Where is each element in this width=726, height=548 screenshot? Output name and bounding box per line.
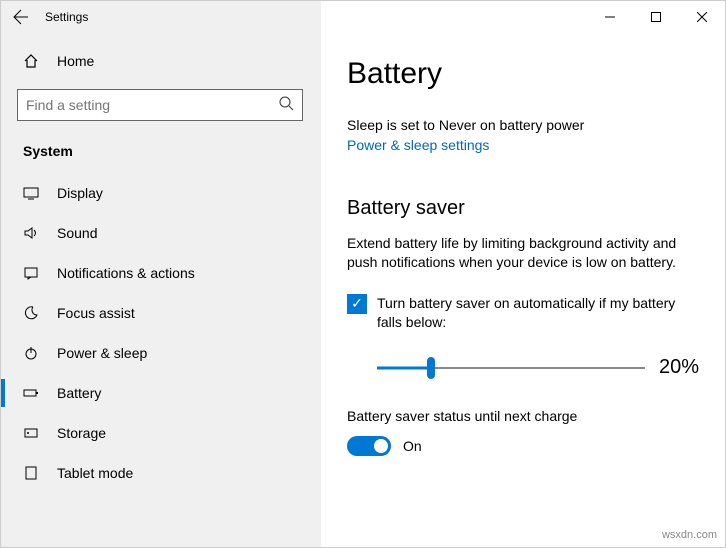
nav-label: Notifications & actions (57, 265, 195, 281)
nav-focus-assist[interactable]: Focus assist (17, 293, 321, 333)
storage-icon (23, 425, 39, 441)
sound-icon (23, 225, 39, 241)
threshold-percent: 20% (659, 356, 699, 379)
window-title: Settings (45, 10, 88, 24)
back-button[interactable] (1, 1, 41, 33)
saver-toggle-state: On (403, 438, 422, 454)
nav-label: Storage (57, 425, 106, 441)
moon-icon (23, 305, 39, 321)
maximize-button[interactable] (633, 1, 679, 33)
threshold-slider-row: 20% (347, 356, 699, 380)
battery-icon (23, 385, 39, 401)
power-icon (23, 345, 39, 361)
sidebar: Home System Display Sound Notifications … (1, 33, 321, 547)
search-icon (278, 95, 294, 116)
saver-description: Extend battery life by limiting backgrou… (347, 234, 699, 272)
home-nav[interactable]: Home (17, 43, 321, 79)
nav-battery[interactable]: Battery (17, 373, 321, 413)
close-button[interactable] (679, 1, 725, 33)
nav-notifications[interactable]: Notifications & actions (17, 253, 321, 293)
display-icon (23, 185, 39, 201)
nav-label: Display (57, 185, 103, 201)
watermark: wsxdn.com (662, 529, 717, 541)
auto-saver-checkbox-row[interactable]: ✓ Turn battery saver on automatically if… (347, 294, 699, 332)
search-input[interactable] (26, 97, 278, 113)
nav-label: Sound (57, 225, 97, 241)
home-label: Home (57, 53, 94, 69)
content-pane: Battery Sleep is set to Never on battery… (321, 33, 725, 547)
status-until-charge-label: Battery saver status until next charge (347, 408, 699, 424)
power-sleep-link[interactable]: Power & sleep settings (347, 137, 699, 153)
home-icon (23, 53, 39, 69)
checkbox-checked-icon[interactable]: ✓ (347, 294, 367, 314)
nav-label: Battery (57, 385, 101, 401)
sleep-info: Sleep is set to Never on battery power (347, 117, 699, 133)
notifications-icon (23, 265, 39, 281)
saver-toggle-row: On (347, 436, 699, 456)
titlebar: Settings (1, 1, 725, 33)
saver-heading: Battery saver (347, 197, 699, 220)
slider-thumb[interactable] (427, 357, 435, 379)
slider-fill (377, 366, 431, 369)
tablet-icon (23, 465, 39, 481)
nav-tablet-mode[interactable]: Tablet mode (17, 453, 321, 493)
nav-label: Focus assist (57, 305, 135, 321)
threshold-slider[interactable] (377, 356, 645, 380)
section-heading: System (17, 139, 321, 173)
nav-label: Tablet mode (57, 465, 133, 481)
search-box[interactable] (17, 89, 303, 121)
nav-sound[interactable]: Sound (17, 213, 321, 253)
minimize-button[interactable] (587, 1, 633, 33)
page-heading: Battery (347, 57, 699, 91)
nav-display[interactable]: Display (17, 173, 321, 213)
nav-power-sleep[interactable]: Power & sleep (17, 333, 321, 373)
nav-storage[interactable]: Storage (17, 413, 321, 453)
auto-saver-label: Turn battery saver on automatically if m… (377, 294, 699, 332)
saver-toggle[interactable] (347, 436, 391, 456)
nav-label: Power & sleep (57, 345, 147, 361)
